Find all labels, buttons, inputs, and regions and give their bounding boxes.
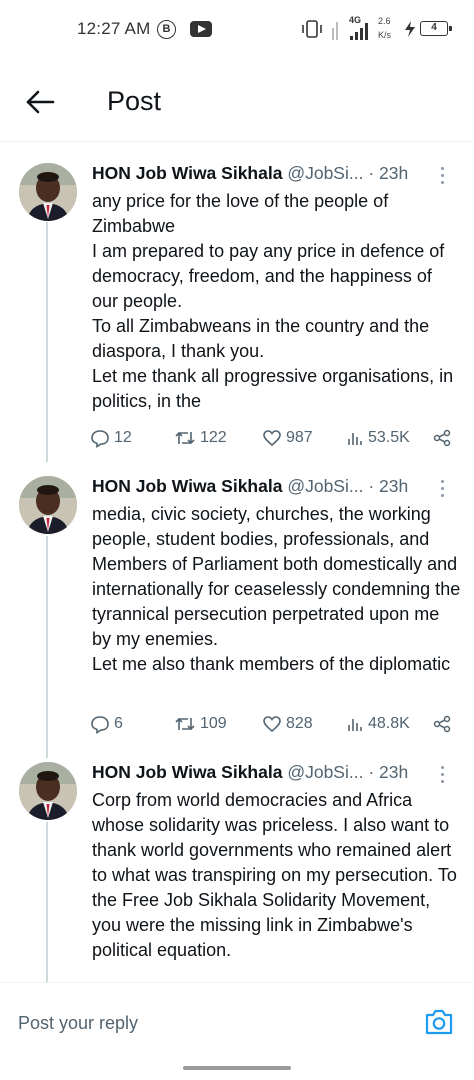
views-count: 53.5K [368,429,410,446]
reply-icon [91,430,109,448]
author-name[interactable]: HON Job Wiwa Sikhala [92,762,282,782]
repost-count: 109 [200,715,227,732]
reply-count: 12 [114,429,132,446]
avatar[interactable] [19,163,77,221]
heart-icon [263,716,281,733]
reply-button[interactable]: 12 [90,425,132,451]
author-name[interactable]: HON Job Wiwa Sikhala [92,163,282,183]
tweet-text: media, civic society, churches, the work… [92,502,462,677]
views-button[interactable]: 53.5K [346,425,410,451]
battery-icon: 4 [420,21,452,36]
repost-icon [175,717,195,731]
reply-button[interactable]: 6 [90,711,123,737]
tweet-time[interactable]: 23h [379,476,408,496]
speed-unit: K/s [378,30,392,40]
like-count: 828 [286,715,313,732]
tweet-time[interactable]: 23h [379,762,408,782]
views-icon [348,719,362,731]
tweet-line: I am prepared to pay any price in defenc… [92,241,445,311]
back-button[interactable] [22,84,58,120]
more-options-icon[interactable] [440,167,446,187]
arrow-left-icon [26,90,55,114]
network-label: 4G [349,15,362,25]
speed-value: 2.6 [378,16,391,26]
tweet-line: media, civic society, churches, the work… [92,504,461,649]
separator-dot: · [368,762,375,782]
like-button[interactable]: 987 [262,425,313,451]
charging-icon [405,21,415,37]
author-name[interactable]: HON Job Wiwa Sikhala [92,476,282,496]
camera-icon [425,1009,453,1035]
tweet-header: HON Job Wiwa Sikhala @JobSi... · 23h [92,163,462,187]
youtube-icon [190,21,212,37]
tweet-line: Corp from world democracies and Africa w… [92,790,457,960]
views-button[interactable]: 48.8K [346,711,410,737]
repost-icon [175,431,195,445]
tweet[interactable]: HON Job Wiwa Sikhala @JobSi... · 23h Cor… [0,762,474,982]
reply-input[interactable] [18,1009,398,1037]
avatar[interactable] [19,476,77,534]
tweet-line: Let me also thank members of the diploma… [92,654,451,674]
avatar[interactable] [19,762,77,820]
author-handle[interactable]: @JobSi... [287,476,363,496]
header: Post [0,60,474,142]
tweet[interactable]: HON Job Wiwa Sikhala @JobSi... · 23h med… [0,476,474,746]
tweet-line: To all Zimbabweans in the country and th… [92,316,430,361]
reply-icon [91,716,109,734]
battery-level: 4 [431,22,437,33]
repost-button[interactable]: 109 [174,711,227,737]
separator-dot: · [368,476,375,496]
more-options-icon[interactable] [440,766,446,786]
home-indicator [183,1066,291,1070]
heart-icon [263,430,281,447]
more-options-icon[interactable] [440,480,446,500]
views-count: 48.8K [368,715,410,732]
author-handle[interactable]: @JobSi... [287,762,363,782]
tweet-actions: 12 122 987 53.5K [90,425,460,451]
tweet[interactable]: HON Job Wiwa Sikhala @JobSi... · 23h any… [0,163,474,453]
b-badge-icon: B [157,20,176,39]
tweet-time[interactable]: 23h [379,163,408,183]
repost-button[interactable]: 122 [174,425,227,451]
repost-count: 122 [200,429,227,446]
share-icon [433,715,451,733]
separator-dot: · [368,163,375,183]
reply-bar [0,982,474,1060]
reply-count: 6 [114,715,123,732]
tweet-text: Corp from world democracies and Africa w… [92,788,462,963]
status-time: 12:27 AM [77,19,151,38]
tweet-actions: 6 109 828 48.8K [90,711,460,737]
share-icon [433,429,451,447]
tweet-header: HON Job Wiwa Sikhala @JobSi... · 23h [92,476,462,500]
camera-button[interactable] [422,1005,456,1039]
author-handle[interactable]: @JobSi... [287,163,363,183]
like-count: 987 [286,429,313,446]
page-title: Post [107,86,162,116]
status-bar: 12:27 AM B 4G 2.6 K/s 4 [0,0,474,60]
tweet-header: HON Job Wiwa Sikhala @JobSi... · 23h [92,762,462,786]
tweet-line: any price for the love of the people of … [92,191,389,236]
share-button[interactable] [432,425,456,451]
tweet-line: Let me thank all progressive organisatio… [92,366,454,411]
share-button[interactable] [432,711,456,737]
tweet-text: any price for the love of the people of … [92,189,462,414]
like-button[interactable]: 828 [262,711,313,737]
vibrate-icon [302,20,322,38]
views-icon [348,433,362,445]
